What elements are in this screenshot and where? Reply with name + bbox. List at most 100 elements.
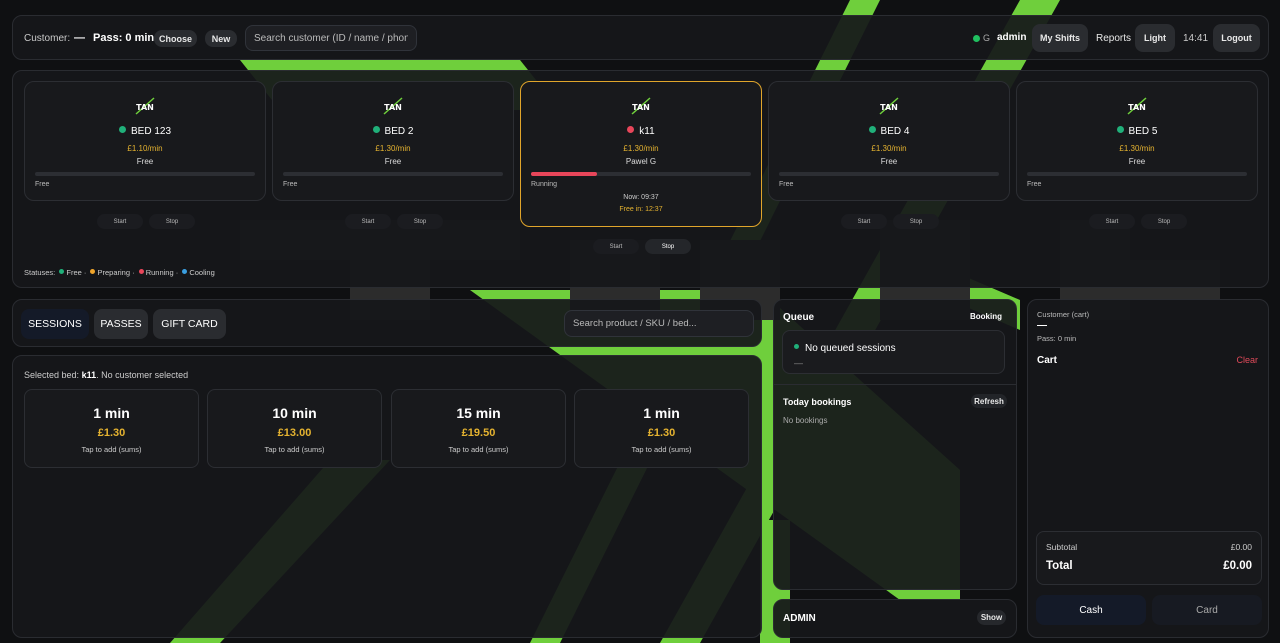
product-tabs-bar: SESSIONS PASSES GIFT CARD Search product… [12, 299, 762, 347]
product-hint: Tap to add (sums) [448, 445, 509, 454]
beds-panel: TAN BED 123 £1.10/min Free Free Start St… [12, 70, 1269, 288]
bed-customer: Pawel G [625, 157, 657, 166]
pass-text: Pass: 0 min [93, 32, 155, 44]
bed-progress-bar [779, 172, 999, 176]
start-button[interactable]: Start [345, 214, 391, 229]
divider [774, 384, 1016, 385]
tan-logo-icon: TAN [135, 97, 155, 115]
product-title: 10 min [272, 405, 317, 421]
svg-text:TAN: TAN [632, 103, 650, 112]
stop-button[interactable]: Stop [893, 214, 939, 229]
svg-text:TAN: TAN [384, 103, 402, 112]
start-button[interactable]: Start [593, 239, 639, 254]
status-dot-icon [1116, 126, 1124, 133]
no-bookings-text: No bookings [783, 416, 828, 425]
cooling-dot-icon [182, 269, 188, 274]
bed-progress-bar [531, 172, 751, 176]
cart-customer-label: Customer (cart) [1037, 310, 1090, 319]
card-button[interactable]: Card [1152, 595, 1262, 625]
product-hint: Tap to add (sums) [264, 445, 325, 454]
stop-button[interactable]: Stop [149, 214, 195, 229]
booking-button[interactable]: Booking [970, 312, 1002, 321]
bed-price: £1.30/min [1119, 144, 1155, 153]
bed-name: BED 5 [1017, 126, 1257, 137]
queue-title: Queue [783, 312, 815, 323]
products-panel: Selected bed: k11. No customer selected … [12, 355, 762, 638]
subtotal-value: £0.00 [1230, 542, 1252, 552]
stop-button[interactable]: Stop [1141, 214, 1187, 229]
tab-sessions[interactable]: SESSIONS [21, 309, 89, 339]
tab-passes[interactable]: PASSES [94, 309, 148, 339]
bed-subtitle: Free [880, 157, 898, 166]
bed-state: Free [779, 181, 794, 188]
start-button[interactable]: Start [1089, 214, 1135, 229]
cash-button[interactable]: Cash [1036, 595, 1146, 625]
product-price: £1.30 [97, 427, 126, 439]
reports-link[interactable]: Reports [1096, 33, 1131, 44]
status-running: Running [145, 268, 174, 277]
bed-5-controls: Start Stop [1089, 214, 1187, 229]
start-button[interactable]: Start [841, 214, 887, 229]
my-shifts-button[interactable]: My Shifts [1032, 24, 1088, 52]
svg-text:TAN: TAN [1128, 103, 1146, 112]
preparing-dot-icon [90, 269, 96, 274]
queue-empty-message: No queued sessions [794, 343, 896, 354]
bed-state: Free [1027, 181, 1042, 188]
bed-state: Running [531, 181, 558, 188]
queue-empty-card: No queued sessions — [782, 330, 1005, 374]
bed-card-3[interactable]: TAN k11 £1.30/min Pawel G Running Now: 0… [520, 81, 762, 227]
clear-cart-button[interactable]: Clear [1236, 355, 1258, 365]
status-dot-icon [372, 126, 380, 133]
bed-progress-bar [35, 172, 255, 176]
choose-customer-button[interactable]: Choose [154, 30, 197, 47]
status-dot-icon [868, 126, 876, 133]
product-card[interactable]: 1 min £1.30 Tap to add (sums) [24, 389, 199, 468]
admin-title: ADMIN [783, 613, 816, 624]
product-hint: Tap to add (sums) [631, 445, 692, 454]
bed-name: BED 4 [769, 126, 1009, 137]
theme-toggle-button[interactable]: Light [1135, 24, 1175, 52]
status-preparing: Preparing [97, 268, 131, 277]
bed-card-1[interactable]: TAN BED 123 £1.10/min Free Free [24, 81, 266, 201]
customer-label: Customer: [24, 33, 71, 44]
product-card[interactable]: 15 min £19.50 Tap to add (sums) [391, 389, 566, 468]
refresh-button[interactable]: Refresh [971, 394, 1007, 408]
online-status-icon [973, 35, 980, 42]
status-free: Free [66, 268, 82, 277]
start-button[interactable]: Start [97, 214, 143, 229]
top-bar: Customer: — Pass: 0 min Choose New Searc… [12, 15, 1269, 60]
bed-3-controls: Start Stop [593, 239, 691, 254]
tan-logo-icon: TAN [383, 97, 403, 115]
cart-panel: Customer (cart) — Pass: 0 min Cart Clear… [1027, 299, 1269, 638]
stop-button[interactable]: Stop [645, 239, 691, 254]
product-title: 1 min [643, 405, 680, 421]
product-search-input[interactable]: Search product / SKU / bed... [564, 310, 754, 337]
customer-search-input[interactable]: Search customer (ID / name / phone ... [245, 25, 417, 51]
cart-totals: Subtotal £0.00 Total £0.00 [1036, 531, 1262, 585]
logout-button[interactable]: Logout [1213, 24, 1260, 52]
bed-progress-bar [283, 172, 503, 176]
admin-panel: ADMIN Show [773, 599, 1017, 638]
admin-show-button[interactable]: Show [977, 610, 1006, 625]
svg-text:TAN: TAN [880, 103, 898, 112]
bed-card-5[interactable]: TAN BED 5 £1.30/min Free Free [1016, 81, 1258, 201]
bed-1-controls: Start Stop [97, 214, 195, 229]
bed-subtitle: Free [1128, 157, 1146, 166]
product-card[interactable]: 10 min £13.00 Tap to add (sums) [207, 389, 382, 468]
tan-logo-icon: TAN [1127, 97, 1147, 115]
stop-button[interactable]: Stop [397, 214, 443, 229]
bed-price: £1.30/min [871, 144, 907, 153]
bed-card-4[interactable]: TAN BED 4 £1.30/min Free Free [768, 81, 1010, 201]
subtotal-label: Subtotal [1046, 542, 1078, 552]
bed-state: Free [35, 181, 50, 188]
bed-name: BED 2 [273, 126, 513, 137]
tab-gift-card[interactable]: GIFT CARD [153, 309, 226, 339]
new-customer-button[interactable]: New [205, 30, 237, 47]
bed-subtitle: Free [384, 157, 402, 166]
bed-progress-bar [1027, 172, 1247, 176]
bed-price: £1.10/min [127, 144, 163, 153]
bed-card-2[interactable]: TAN BED 2 £1.30/min Free Free [272, 81, 514, 201]
customer-value: — [74, 32, 85, 44]
legend-separator: · [132, 268, 135, 277]
product-card[interactable]: 1 min £1.30 Tap to add (sums) [574, 389, 749, 468]
